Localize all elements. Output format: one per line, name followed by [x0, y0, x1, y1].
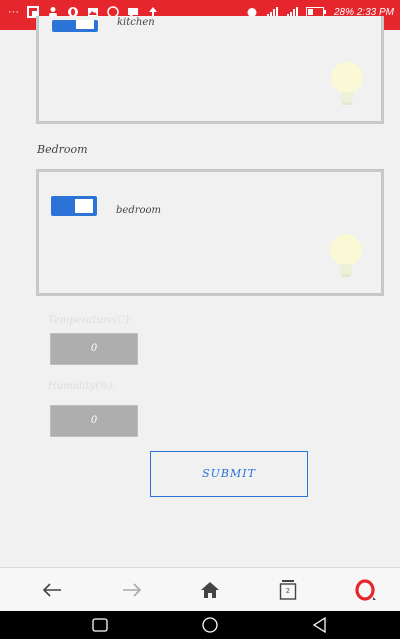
home-button[interactable]	[196, 576, 224, 604]
home-icon	[201, 582, 219, 598]
lightbulb-icon	[331, 62, 363, 105]
humidity-label: Humidity(%):	[48, 381, 116, 392]
tab-count: 2	[286, 588, 290, 595]
humidity-input[interactable]: 0	[50, 405, 138, 437]
recent-apps-icon[interactable]	[90, 616, 110, 634]
temperature-input[interactable]: 0	[50, 333, 138, 365]
lightbulb-icon	[330, 234, 362, 277]
home-nav-icon[interactable]	[200, 616, 220, 634]
section-title: Bedroom	[37, 143, 88, 156]
android-nav-bar	[0, 611, 400, 639]
kitchen-label: kitchen	[117, 17, 155, 28]
back-nav-icon[interactable]	[310, 616, 330, 634]
tabs-button[interactable]: 2	[274, 576, 302, 604]
temperature-label: Temperature(C):	[48, 315, 133, 326]
room-card-bedroom: bedroom	[36, 169, 384, 296]
opera-menu-button[interactable]	[352, 576, 380, 604]
opera-icon	[355, 579, 376, 601]
forward-arrow-icon	[123, 583, 142, 597]
room-card-kitchen: kitchen	[36, 16, 384, 124]
back-arrow-icon	[42, 583, 61, 597]
bedroom-toggle[interactable]	[51, 196, 97, 216]
submit-button[interactable]: SUBMIT	[150, 451, 308, 497]
back-button[interactable]	[38, 576, 66, 604]
bedroom-label: bedroom	[116, 205, 162, 216]
more-icon: ···	[8, 6, 19, 18]
forward-button[interactable]	[118, 576, 146, 604]
browser-toolbar: 2	[0, 567, 400, 612]
kitchen-toggle[interactable]	[52, 20, 98, 32]
